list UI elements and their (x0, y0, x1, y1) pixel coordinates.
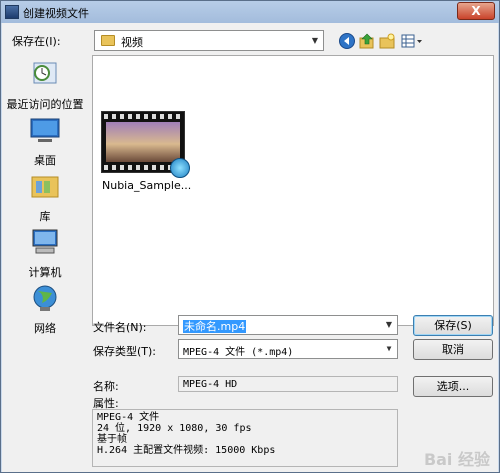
sidebar-item-library[interactable]: 库 (6, 171, 84, 224)
media-player-badge-icon (170, 158, 190, 178)
property-line: H.264 主配置文件视频: 15000 Kbps (97, 445, 276, 456)
sidebar-item-label: 最近访问的位置 (6, 98, 84, 111)
file-name-label[interactable]: Nubia_Sample... (102, 179, 191, 192)
save-in-label: 保存在(I): (12, 35, 61, 48)
sidebar-item-label: 桌面 (34, 154, 56, 167)
save-type-dropdown[interactable]: MPEG-4 文件 (*.mp4) ▼ (178, 339, 398, 359)
properties-box: MPEG-4 文件 24 位, 1920 x 1080, 30 fps 基于帧 … (92, 409, 398, 467)
title-bar[interactable]: 创建视频文件 X (1, 1, 499, 23)
dialog-client-area: 保存在(I): 视频 ▼ 最近访问的位置 桌面 库 计算机 网络 Nubia_S… (2, 23, 498, 472)
save-type-label: 保存类型(T): (93, 345, 157, 358)
save-in-value: 视频 (121, 36, 143, 49)
options-button[interactable]: 选项... (413, 376, 493, 397)
new-folder-icon[interactable] (378, 32, 396, 50)
close-button[interactable]: X (457, 2, 495, 20)
file-list-area[interactable]: Nubia_Sample... (92, 55, 494, 326)
desktop-icon (30, 118, 60, 142)
film-perforation (104, 114, 182, 119)
sidebar-item-network[interactable]: 网络 (6, 283, 84, 336)
back-icon[interactable] (338, 32, 356, 50)
save-type-value: MPEG-4 文件 (*.mp4) (183, 347, 294, 358)
video-thumbnail (106, 122, 180, 162)
property-line: 基于帧 (97, 434, 127, 445)
sidebar-item-computer[interactable]: 计算机 (6, 227, 84, 280)
property-line: 24 位, 1920 x 1080, 30 fps (97, 423, 252, 434)
watermark-logo: Bai 经验 (423, 450, 490, 469)
network-icon (33, 285, 57, 311)
cancel-button[interactable]: 取消 (413, 339, 493, 360)
recent-places-icon (33, 62, 57, 84)
save-button[interactable]: 保存(S) (413, 315, 493, 336)
sidebar-item-desktop[interactable]: 桌面 (6, 115, 84, 168)
save-in-dropdown[interactable]: 视频 ▼ (94, 30, 324, 51)
name-label: 名称: (93, 380, 119, 393)
computer-icon (32, 229, 58, 254)
view-menu-icon[interactable] (400, 32, 424, 50)
up-folder-icon[interactable] (358, 32, 376, 50)
folder-icon (101, 35, 115, 46)
filename-value: 未命名.mp4 (183, 320, 247, 333)
filename-input[interactable]: 未命名.mp4 ▼ (178, 315, 398, 335)
sidebar-item-label: 计算机 (28, 266, 62, 279)
library-icon (31, 176, 59, 198)
save-dialog-window: 创建视频文件 X 保存在(I): 视频 ▼ 最近访问的位置 桌面 库 计算机 网… (0, 0, 500, 473)
sidebar-item-recent[interactable]: 最近访问的位置 (6, 59, 84, 112)
app-icon (5, 5, 19, 19)
video-file-icon[interactable] (101, 111, 190, 178)
name-field: MPEG-4 HD (178, 376, 398, 392)
chevron-down-icon: ▼ (386, 344, 392, 353)
sidebar-item-label: 网络 (34, 322, 56, 335)
chevron-down-icon: ▼ (385, 320, 393, 329)
places-sidebar: 最近访问的位置 桌面 库 计算机 网络 (6, 55, 84, 341)
filename-label: 文件名(N): (93, 321, 147, 334)
sidebar-item-label: 库 (39, 210, 51, 223)
window-title: 创建视频文件 (23, 7, 89, 20)
property-line: MPEG-4 文件 (97, 412, 160, 423)
chevron-down-icon: ▼ (311, 36, 319, 45)
